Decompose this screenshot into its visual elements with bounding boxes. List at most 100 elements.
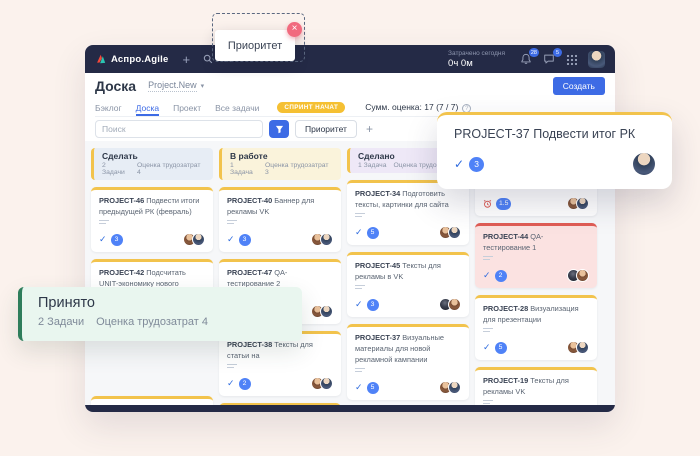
filter-button[interactable] [269,120,289,138]
estimate-badge: 5 [367,227,379,239]
time-tracker-label: Затрачено сегодня [448,50,505,57]
description-icon [355,213,365,219]
task-id: PROJECT-44 [483,232,530,241]
task-id: PROJECT-19 [483,376,530,385]
avatar [320,377,333,390]
task-title: PROJECT-38 Тексты для статьи на [227,339,333,361]
avatar [576,197,589,210]
description-icon [483,328,493,334]
assignee-avatars [439,226,461,239]
remove-filter-icon[interactable]: × [287,22,302,37]
add-icon[interactable]: + [182,53,190,66]
project-selector[interactable]: Project.New ▾ [148,80,204,92]
checkmark-icon: ✓ [355,300,363,310]
estimate-badge: 1.5 [496,198,511,210]
task-card-PROJECT-28[interactable]: PROJECT-28 Визуализация для презентации✓… [475,295,597,360]
time-tracker[interactable]: Затрачено сегодня 0ч 0м [448,50,505,69]
page: Аспро.Agile + Сп Затрачено сегодня 0ч 0м… [0,0,700,456]
search-input[interactable] [95,120,263,138]
checkmark-icon: ✓ [483,343,491,353]
apps-grid-icon[interactable] [566,54,577,65]
kanban-column: Сделать2 ЗадачиОценка трудозатрат 4PROJE… [91,148,213,412]
column-title: Сделать [102,151,205,161]
task-card-PROJECT-40[interactable]: PROJECT-40 Баннер для рекламы VK ✓ 3 [219,187,341,252]
add-filter-button[interactable]: + [363,122,376,136]
task-id: PROJECT-38 [227,340,274,349]
accepted-meta: 2 Задачи Оценка трудозатрат 4 [38,316,286,328]
task-card-PROJECT-46[interactable]: PROJECT-46 Подвести итоги предыдущей РК … [91,187,213,252]
estimate-badge: 3 [111,234,123,246]
create-button[interactable]: Создать [553,77,605,95]
app-logo[interactable]: Аспро.Agile [95,53,168,65]
kanban-column: В работе1 ЗадачаОценка трудозатрат 3 PROJ… [219,148,341,412]
avatar [320,305,333,318]
priority-filter-chip[interactable]: Приоритет [295,120,357,138]
checkmark-icon: ✓ [227,379,235,389]
user-avatar[interactable] [588,51,605,68]
estimate-badge: 3 [367,299,379,311]
task-title: PROJECT-40 Баннер для рекламы VK [227,195,333,217]
assignee-avatars [567,341,589,354]
tab-бэклог[interactable]: Бэклог [95,99,122,116]
checkmark-icon: ✓ [454,157,464,171]
assignee-avatars [311,377,333,390]
assignee-avatars [567,197,589,210]
assignee-avatars [311,233,333,246]
checkmark-icon: ✓ [483,271,491,281]
estimate-badge: 2 [239,378,251,390]
assignee-avatars [439,298,461,311]
task-title: PROJECT-34 Подготовить тексты, картинки … [355,188,461,210]
sprint-status-badge: СПРИНТ НАЧАТ [277,102,345,113]
tab-проект[interactable]: Проект [173,99,201,116]
estimate-badge: 3 [239,234,251,246]
task-card-PROJECT-45[interactable]: PROJECT-45 Тексты для рекламы в VK✓3 [347,252,469,317]
avatar [448,381,461,394]
tab-все-задачи[interactable]: Все задачи [215,99,259,116]
description-icon [483,256,493,262]
funnel-icon [275,125,284,134]
task-title: PROJECT-44 QA-тестирование 1 [483,231,589,253]
checkmark-icon: ✓ [355,383,363,393]
task-title: PROJECT-47 QA-тестирование 2 [227,267,333,289]
task-card-PROJECT-34[interactable]: PROJECT-34 Подготовить тексты, картинки … [347,180,469,245]
messages-badge: 5 [553,48,562,57]
app-window: Аспро.Agile + Сп Затрачено сегодня 0ч 0м… [85,45,615,412]
checkmark-icon: ✓ [99,235,107,245]
task-title: PROJECT-46 Подвести итоги предыдущей РК … [99,195,205,217]
column-task-count: 1 Задача [358,162,386,169]
time-tracker-value: 0ч 0м [448,58,505,69]
assignee-avatars [567,269,589,282]
tab-доска[interactable]: Доска [136,99,159,116]
window-bottom-strip [85,405,615,412]
task-card-PROJECT-37[interactable]: PROJECT-37 Визуальные материалы для ново… [347,324,469,400]
task-id: PROJECT-34 [355,189,402,198]
description-icon [227,220,237,226]
overdue-clock-icon [483,199,492,208]
estimate-badge: 3 [469,157,484,172]
task-title: PROJECT-19 Тексты для рекламы VK [483,375,589,397]
assignee-avatar [633,153,655,175]
avatar [448,298,461,311]
estimate-badge: 2 [495,270,507,282]
task-id: PROJECT-46 [99,196,146,205]
messages-button[interactable]: 5 [543,53,555,65]
task-popup-card[interactable]: PROJECT-37 Подвести итог РК ✓ 3 [437,112,672,189]
column-task-count: 1 Задача [230,162,258,176]
assignee-avatars [311,305,333,318]
checkmark-icon: ✓ [227,235,235,245]
task-card-PROJECT-44[interactable]: PROJECT-44 QA-тестирование 1 ✓ 2 [475,223,597,288]
column-estimate: Оценка трудозатрат 4 [137,162,205,176]
task-id: PROJECT-37 [355,333,402,342]
task-id: PROJECT-28 [483,304,530,313]
task-id: PROJECT-45 [355,261,402,270]
description-icon [355,285,365,291]
notifications-badge: 28 [529,48,539,57]
column-header: В работе1 ЗадачаОценка трудозатрат 3 [219,148,341,180]
assignee-avatars [439,381,461,394]
avatar [576,269,589,282]
avatar [320,233,333,246]
column-title: В работе [230,151,333,161]
page-title: Доска [95,78,136,94]
accepted-title: Принято [38,295,286,311]
notifications-button[interactable]: 28 [520,53,532,65]
